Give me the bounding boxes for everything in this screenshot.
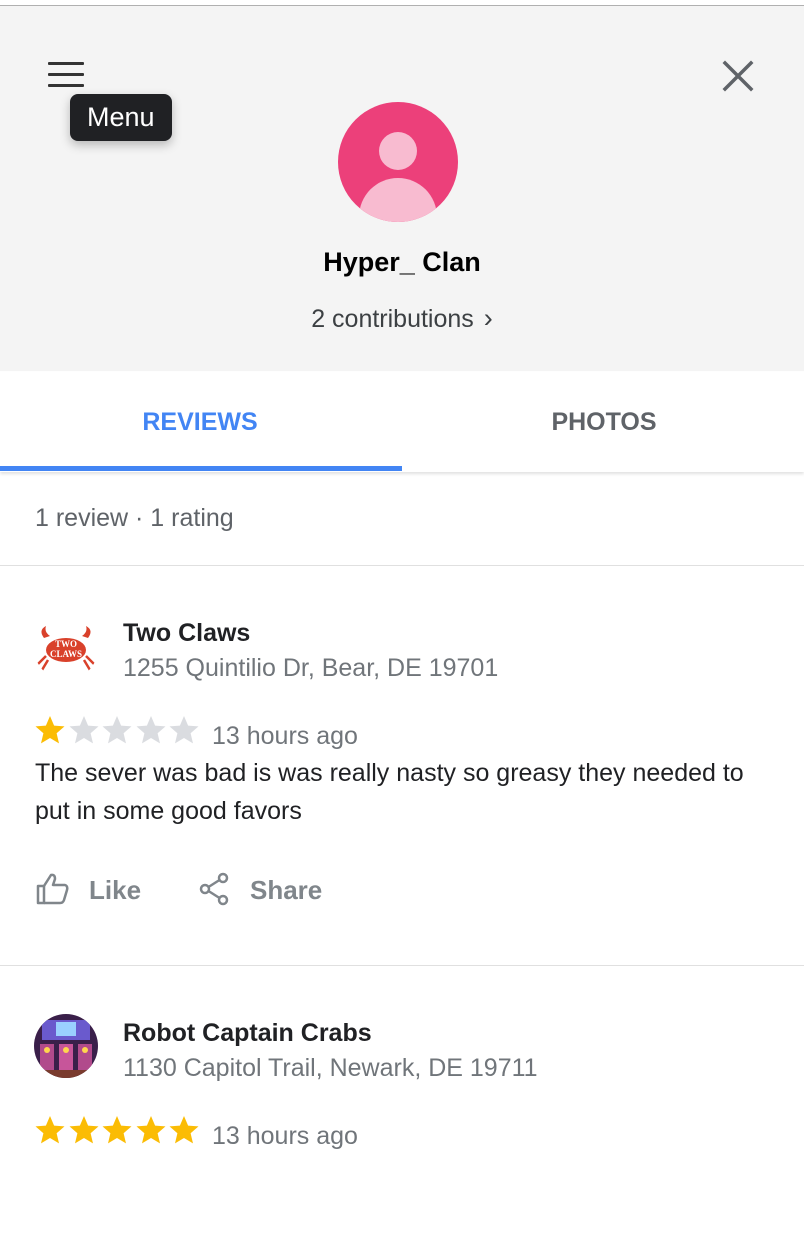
tab-photos[interactable]: PHOTOS [404,372,804,472]
tab-bar: REVIEWS PHOTOS [0,372,804,472]
active-tab-indicator [0,466,402,471]
tab-reviews[interactable]: REVIEWS [0,372,400,472]
user-avatar[interactable] [338,102,458,222]
review-summary: 1 review · 1 rating [35,504,234,532]
logo-text: TWO [55,639,77,649]
star-filled-icon [35,716,65,744]
contributions-label: 2 contributions [311,305,474,333]
place-photo [34,1014,98,1078]
review-time: 13 hours ago [212,722,358,750]
share-icon [199,872,229,906]
divider [0,965,804,966]
place-name[interactable]: Robot Captain Crabs [123,1019,372,1048]
menu-button[interactable] [40,54,92,98]
star-filled-icon [35,1116,65,1144]
share-button[interactable]: Share [196,869,336,909]
divider [0,565,804,566]
star-filled-icon [69,1116,98,1144]
star-empty-icon [102,716,132,744]
crab-icon: TWO CLAWS [34,616,98,680]
star-empty-icon [169,716,199,744]
thumbs-up-icon [36,873,69,905]
avatar-person-icon-head [379,132,417,170]
like-label: Like [89,875,142,905]
star-empty-icon [136,716,165,744]
like-button[interactable]: Like [35,869,155,909]
two-claws-logo-icon[interactable]: TWO CLAWS [34,616,98,680]
place-address: 1255 Quintilio Dr, Bear, DE 19701 [123,654,499,682]
review-time: 13 hours ago [212,1122,358,1150]
star-filled-icon [169,1116,199,1144]
share-label: Share [250,875,323,905]
close-icon [722,60,754,92]
menu-tooltip: Menu [70,94,172,141]
robot-captain-crabs-photo-icon[interactable] [34,1014,98,1078]
star-filled-icon [102,1116,132,1144]
avatar-person-icon-body [359,178,437,222]
user-name: Hyper_ Clan [323,247,481,277]
svg-text:CLAWS: CLAWS [50,649,82,659]
review-text: The sever was bad is was really nasty so… [35,759,744,825]
hamburger-icon-line [48,62,84,65]
star-empty-icon [69,716,98,744]
chevron-right-icon: › [483,303,493,333]
star-filled-icon [136,1116,165,1144]
place-address: 1130 Capitol Trail, Newark, DE 19711 [123,1054,538,1082]
close-button[interactable] [714,52,762,100]
contributions-link[interactable]: 2 contributions › [0,303,804,334]
place-name[interactable]: Two Claws [123,619,250,648]
hamburger-icon-line [48,73,84,76]
hamburger-icon-line [48,84,84,87]
profile-header: Menu Hyper_ Clan 2 contributions › [0,6,804,371]
